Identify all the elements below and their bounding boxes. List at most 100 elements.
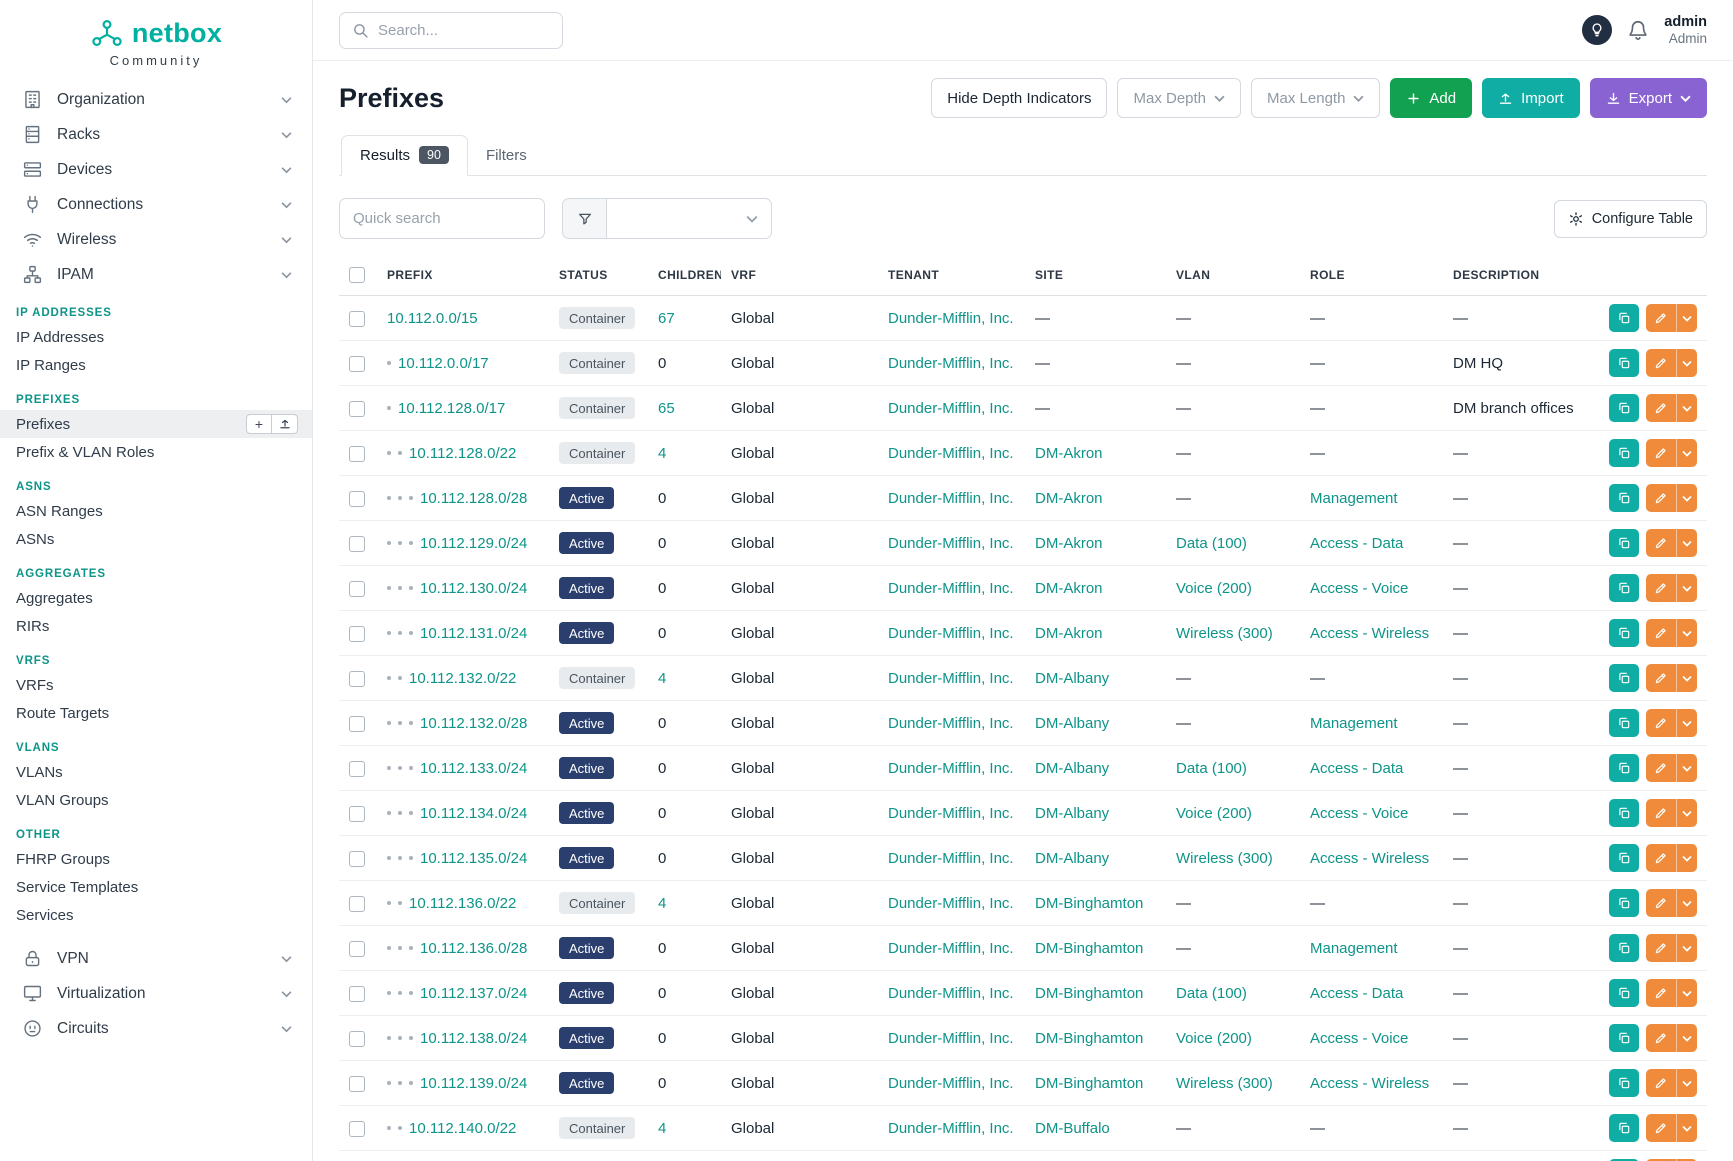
row-checkbox[interactable] [349,986,365,1002]
clone-button[interactable] [1609,1024,1639,1052]
prefix-link[interactable]: 10.112.140.0/22 [409,1120,516,1137]
role-link[interactable]: Management [1310,940,1398,957]
global-search[interactable] [339,12,563,49]
tenant-link[interactable]: Dunder-Mifflin, Inc. [888,1120,1014,1137]
sidebar-item-vpn[interactable]: VPN [0,941,312,976]
edit-button[interactable] [1646,664,1676,692]
prefix-link[interactable]: 10.112.138.0/24 [420,1030,527,1047]
configure-table-button[interactable]: Configure Table [1554,200,1707,238]
column-header-site[interactable]: SITE [1025,257,1166,296]
saved-filter-select[interactable] [607,198,772,239]
row-checkbox[interactable] [349,1121,365,1137]
sidebar-item-wireless[interactable]: Wireless [0,222,312,257]
row-checkbox[interactable] [349,401,365,417]
site-link[interactable]: DM-Akron [1035,625,1103,642]
edit-button[interactable] [1646,1069,1676,1097]
edit-button[interactable] [1646,484,1676,512]
user-menu[interactable]: admin Admin [1664,13,1707,48]
edit-button[interactable] [1646,799,1676,827]
site-link[interactable]: DM-Binghamton [1035,895,1143,912]
edit-dropdown-button[interactable] [1676,1024,1697,1052]
role-link[interactable]: Access - Voice [1310,1030,1408,1047]
import-button[interactable]: Import [1482,78,1580,118]
row-checkbox[interactable] [349,1076,365,1092]
prefix-link[interactable]: 10.112.128.0/28 [420,490,527,507]
tab-filters[interactable]: Filters [468,135,545,176]
vlan-link[interactable]: Data (100) [1176,985,1247,1002]
edit-button[interactable] [1646,304,1676,332]
role-link[interactable]: Access - Wireless [1310,850,1429,867]
edit-dropdown-button[interactable] [1676,349,1697,377]
edit-button[interactable] [1646,439,1676,467]
edit-dropdown-button[interactable] [1676,889,1697,917]
prefix-link[interactable]: 10.112.133.0/24 [420,760,527,777]
sidebar-item-ipam[interactable]: IPAM [0,257,312,292]
edit-button[interactable] [1646,529,1676,557]
tenant-link[interactable]: Dunder-Mifflin, Inc. [888,535,1014,552]
tenant-link[interactable]: Dunder-Mifflin, Inc. [888,760,1014,777]
row-checkbox[interactable] [349,536,365,552]
column-header-prefix[interactable]: PREFIX [377,257,549,296]
sidebar-item-prefixes[interactable]: Prefixes+ [0,410,312,438]
prefix-link[interactable]: 10.112.136.0/28 [420,940,527,957]
clone-button[interactable] [1609,979,1639,1007]
row-checkbox[interactable] [349,941,365,957]
tenant-link[interactable]: Dunder-Mifflin, Inc. [888,580,1014,597]
sidebar-item-services[interactable]: Services [0,901,312,929]
clone-button[interactable] [1609,889,1639,917]
search-input[interactable] [378,22,550,39]
edit-dropdown-button[interactable] [1676,484,1697,512]
sidebar-item-route-targets[interactable]: Route Targets [0,699,312,727]
clone-button[interactable] [1609,484,1639,512]
prefix-link[interactable]: 10.112.131.0/24 [420,625,527,642]
clone-button[interactable] [1609,844,1639,872]
select-all-checkbox[interactable] [349,267,365,283]
tenant-link[interactable]: Dunder-Mifflin, Inc. [888,1075,1014,1092]
prefix-link[interactable]: 10.112.134.0/24 [420,805,527,822]
site-link[interactable]: DM-Albany [1035,760,1109,777]
clone-button[interactable] [1609,574,1639,602]
sidebar-item-vlans[interactable]: VLANs [0,758,312,786]
tenant-link[interactable]: Dunder-Mifflin, Inc. [888,400,1014,417]
max-depth-dropdown[interactable]: Max Depth [1117,78,1241,118]
site-link[interactable]: DM-Binghamton [1035,985,1143,1002]
edit-dropdown-button[interactable] [1676,979,1697,1007]
role-link[interactable]: Management [1310,715,1398,732]
sidebar-item-service-templates[interactable]: Service Templates [0,873,312,901]
column-header-status[interactable]: STATUS [549,257,648,296]
sidebar-item-ip-ranges[interactable]: IP Ranges [0,351,312,379]
vlan-link[interactable]: Wireless (300) [1176,1075,1273,1092]
prefix-link[interactable]: 10.112.136.0/22 [409,895,516,912]
sidebar-item-organization[interactable]: Organization [0,82,312,117]
edit-button[interactable] [1646,844,1676,872]
site-link[interactable]: DM-Albany [1035,715,1109,732]
sidebar-item-vrfs[interactable]: VRFs [0,671,312,699]
edit-dropdown-button[interactable] [1676,754,1697,782]
site-link[interactable]: DM-Binghamton [1035,1030,1143,1047]
row-checkbox[interactable] [349,851,365,867]
tenant-link[interactable]: Dunder-Mifflin, Inc. [888,985,1014,1002]
row-checkbox[interactable] [349,896,365,912]
sidebar-item-circuits[interactable]: Circuits [0,1011,312,1046]
column-header-role[interactable]: ROLE [1300,257,1443,296]
children-count-link[interactable]: 65 [658,400,675,417]
sidebar-item-ip-addresses[interactable]: IP Addresses [0,323,312,351]
tenant-link[interactable]: Dunder-Mifflin, Inc. [888,805,1014,822]
site-link[interactable]: DM-Albany [1035,850,1109,867]
tab-results[interactable]: Results 90 [341,135,468,176]
row-checkbox[interactable] [349,671,365,687]
edit-button[interactable] [1646,574,1676,602]
vlan-link[interactable]: Wireless (300) [1176,625,1273,642]
prefix-link[interactable]: 10.112.128.0/17 [398,400,505,417]
edit-button[interactable] [1646,709,1676,737]
site-link[interactable]: DM-Binghamton [1035,940,1143,957]
column-header-vrf[interactable]: VRF [721,257,878,296]
clone-button[interactable] [1609,754,1639,782]
role-link[interactable]: Access - Data [1310,760,1403,777]
prefix-link[interactable]: 10.112.128.0/22 [409,445,516,462]
prefix-link[interactable]: 10.112.132.0/28 [420,715,527,732]
role-link[interactable]: Access - Wireless [1310,625,1429,642]
edit-dropdown-button[interactable] [1676,304,1697,332]
site-link[interactable]: DM-Binghamton [1035,1075,1143,1092]
row-checkbox[interactable] [349,581,365,597]
